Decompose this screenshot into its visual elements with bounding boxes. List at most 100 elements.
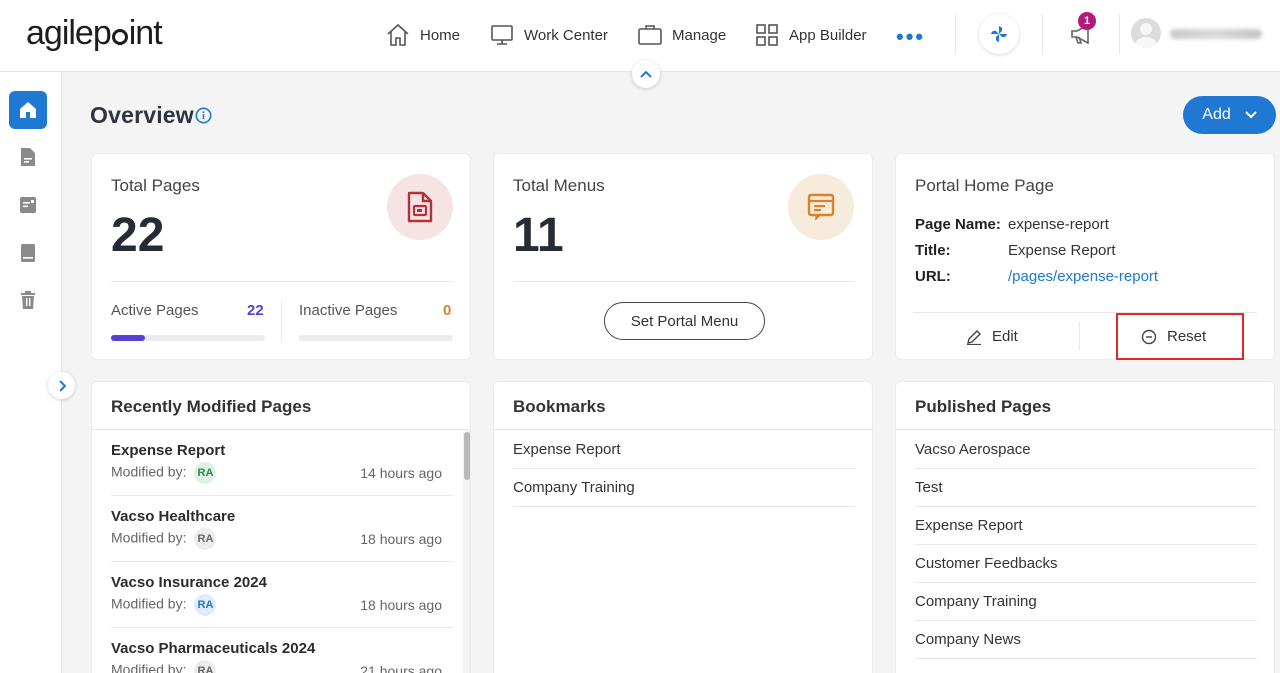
divider xyxy=(1119,14,1120,54)
briefcase-icon xyxy=(638,25,662,45)
recent-time: 14 hours ago xyxy=(360,465,442,481)
divider xyxy=(1042,14,1043,54)
sidebar-item-templates[interactable] xyxy=(9,234,47,272)
user-name-blurred[interactable] xyxy=(1170,29,1262,39)
published-pages-title: Published Pages xyxy=(915,397,1052,416)
divider xyxy=(955,14,956,54)
inactive-pages-label: Inactive Pages xyxy=(299,302,398,319)
published-page-item[interactable]: Company News xyxy=(915,631,1021,648)
home-icon xyxy=(20,102,36,118)
divider xyxy=(494,429,874,430)
nav-manage[interactable]: Manage xyxy=(637,0,726,70)
sidebar-item-recycle-bin[interactable] xyxy=(9,281,47,319)
active-pages-bar xyxy=(111,335,265,341)
modified-by-label: Modified by: xyxy=(111,463,187,480)
published-page-item[interactable]: Company Training xyxy=(915,593,1037,610)
nav-app-builder-label: App Builder xyxy=(789,26,867,44)
inactive-pages-bar xyxy=(299,335,453,341)
url-link[interactable]: /pages/expense-report xyxy=(1008,268,1158,285)
user-avatar[interactable] xyxy=(1131,18,1161,48)
published-page-item[interactable]: Vacso Aerospace xyxy=(915,441,1031,458)
recent-page-name: Expense Report xyxy=(111,442,226,459)
bookmark-item[interactable]: Company Training xyxy=(513,479,635,496)
divider xyxy=(281,300,282,342)
recently-modified-card: Recently Modified Pages Expense Report M… xyxy=(91,381,471,673)
nav-home[interactable]: Home xyxy=(385,0,460,70)
pencil-icon xyxy=(967,329,981,345)
divider xyxy=(111,281,453,282)
page-name-key: Page Name: xyxy=(915,216,1001,233)
published-page-item[interactable]: Customer Feedbacks xyxy=(915,555,1058,572)
bookmark-item[interactable]: Expense Report xyxy=(513,441,621,458)
divider xyxy=(513,506,855,507)
recent-time: 18 hours ago xyxy=(360,531,442,547)
divider xyxy=(513,468,855,469)
published-pages-card: Published Pages Vacso Aerospace Test Exp… xyxy=(895,381,1276,673)
pages-icon-circle xyxy=(387,174,453,240)
home-icon xyxy=(387,23,409,46)
total-menus-label: Total Menus xyxy=(513,176,605,195)
scrollbar-thumb[interactable] xyxy=(464,432,470,480)
ai-assistant-button[interactable] xyxy=(979,14,1019,54)
recent-time: 21 hours ago xyxy=(360,663,442,673)
sidebar-item-pages[interactable] xyxy=(9,138,47,176)
published-page-item[interactable]: Expense Report xyxy=(915,517,1023,534)
more-menu-icon[interactable]: ••• xyxy=(896,24,925,50)
monitor-icon xyxy=(491,25,513,45)
grid-icon xyxy=(756,24,778,46)
title-key: Title: xyxy=(915,242,951,259)
nav-manage-label: Manage xyxy=(672,26,727,44)
modified-by-label: Modified by: xyxy=(111,595,187,612)
recent-time: 18 hours ago xyxy=(360,597,442,613)
total-pages-card: Total Pages 22 Active Pages 22 Inactive … xyxy=(91,153,471,360)
logo-text-right: int xyxy=(128,14,163,52)
nav-work-center-label: Work Center xyxy=(524,26,608,44)
menus-icon-circle xyxy=(788,174,854,240)
add-button-label: Add xyxy=(1202,106,1231,123)
total-menus-card: Total Menus 11 Set Portal Menu xyxy=(493,153,873,360)
nav-home-label: Home xyxy=(420,26,461,44)
notification-badge: 1 xyxy=(1078,12,1096,30)
edit-button[interactable]: Edit xyxy=(966,328,1018,345)
recent-modified-by: Modified by: RA xyxy=(111,462,217,484)
recent-modified-by: Modified by: RA xyxy=(111,660,217,673)
sidebar-item-menus[interactable] xyxy=(9,186,47,224)
trash-icon xyxy=(21,291,35,309)
published-page-item[interactable]: Test xyxy=(915,479,943,496)
recent-page-name: Vacso Healthcare xyxy=(111,508,236,525)
divider xyxy=(915,582,1257,583)
active-pages-label: Active Pages xyxy=(111,302,199,319)
modified-by-label: Modified by: xyxy=(111,529,187,546)
divider xyxy=(915,620,1257,621)
recent-page-name: Vacso Pharmaceuticals 2024 xyxy=(111,640,316,657)
bookmarks-title: Bookmarks xyxy=(513,397,606,416)
pinwheel-icon xyxy=(991,26,1007,42)
divider xyxy=(111,627,453,628)
page-name-value: expense-report xyxy=(1008,216,1109,233)
chevron-down-icon xyxy=(1245,111,1257,119)
edit-label: Edit xyxy=(992,328,1018,345)
document-icon xyxy=(21,148,35,166)
logo-dot-icon xyxy=(111,29,128,45)
divider xyxy=(896,429,1276,430)
divider xyxy=(915,544,1257,545)
menu-list-icon xyxy=(807,193,835,221)
total-menus-value: 11 xyxy=(513,209,564,262)
title-value: Expense Report xyxy=(1008,242,1116,259)
nav-work-center[interactable]: Work Center xyxy=(489,0,608,70)
active-pages-value: 22 xyxy=(247,302,264,319)
bookmarks-card: Bookmarks Expense Report Company Trainin… xyxy=(493,381,874,673)
agilepoint-logo[interactable]: agilep int xyxy=(26,14,163,53)
nav-app-builder[interactable]: App Builder xyxy=(754,0,867,70)
page-title: Overview xyxy=(90,102,194,128)
info-icon[interactable] xyxy=(195,107,212,124)
divider xyxy=(513,281,855,282)
set-portal-menu-button[interactable]: Set Portal Menu xyxy=(604,302,765,340)
add-button[interactable]: Add xyxy=(1183,96,1276,134)
expand-sidebar-button[interactable] xyxy=(48,372,75,399)
sidebar-item-overview[interactable] xyxy=(9,91,47,129)
divider xyxy=(915,658,1257,659)
document-icon xyxy=(407,191,433,223)
logo-text-left: agilep xyxy=(26,14,112,52)
collapse-header-button[interactable] xyxy=(632,60,660,88)
